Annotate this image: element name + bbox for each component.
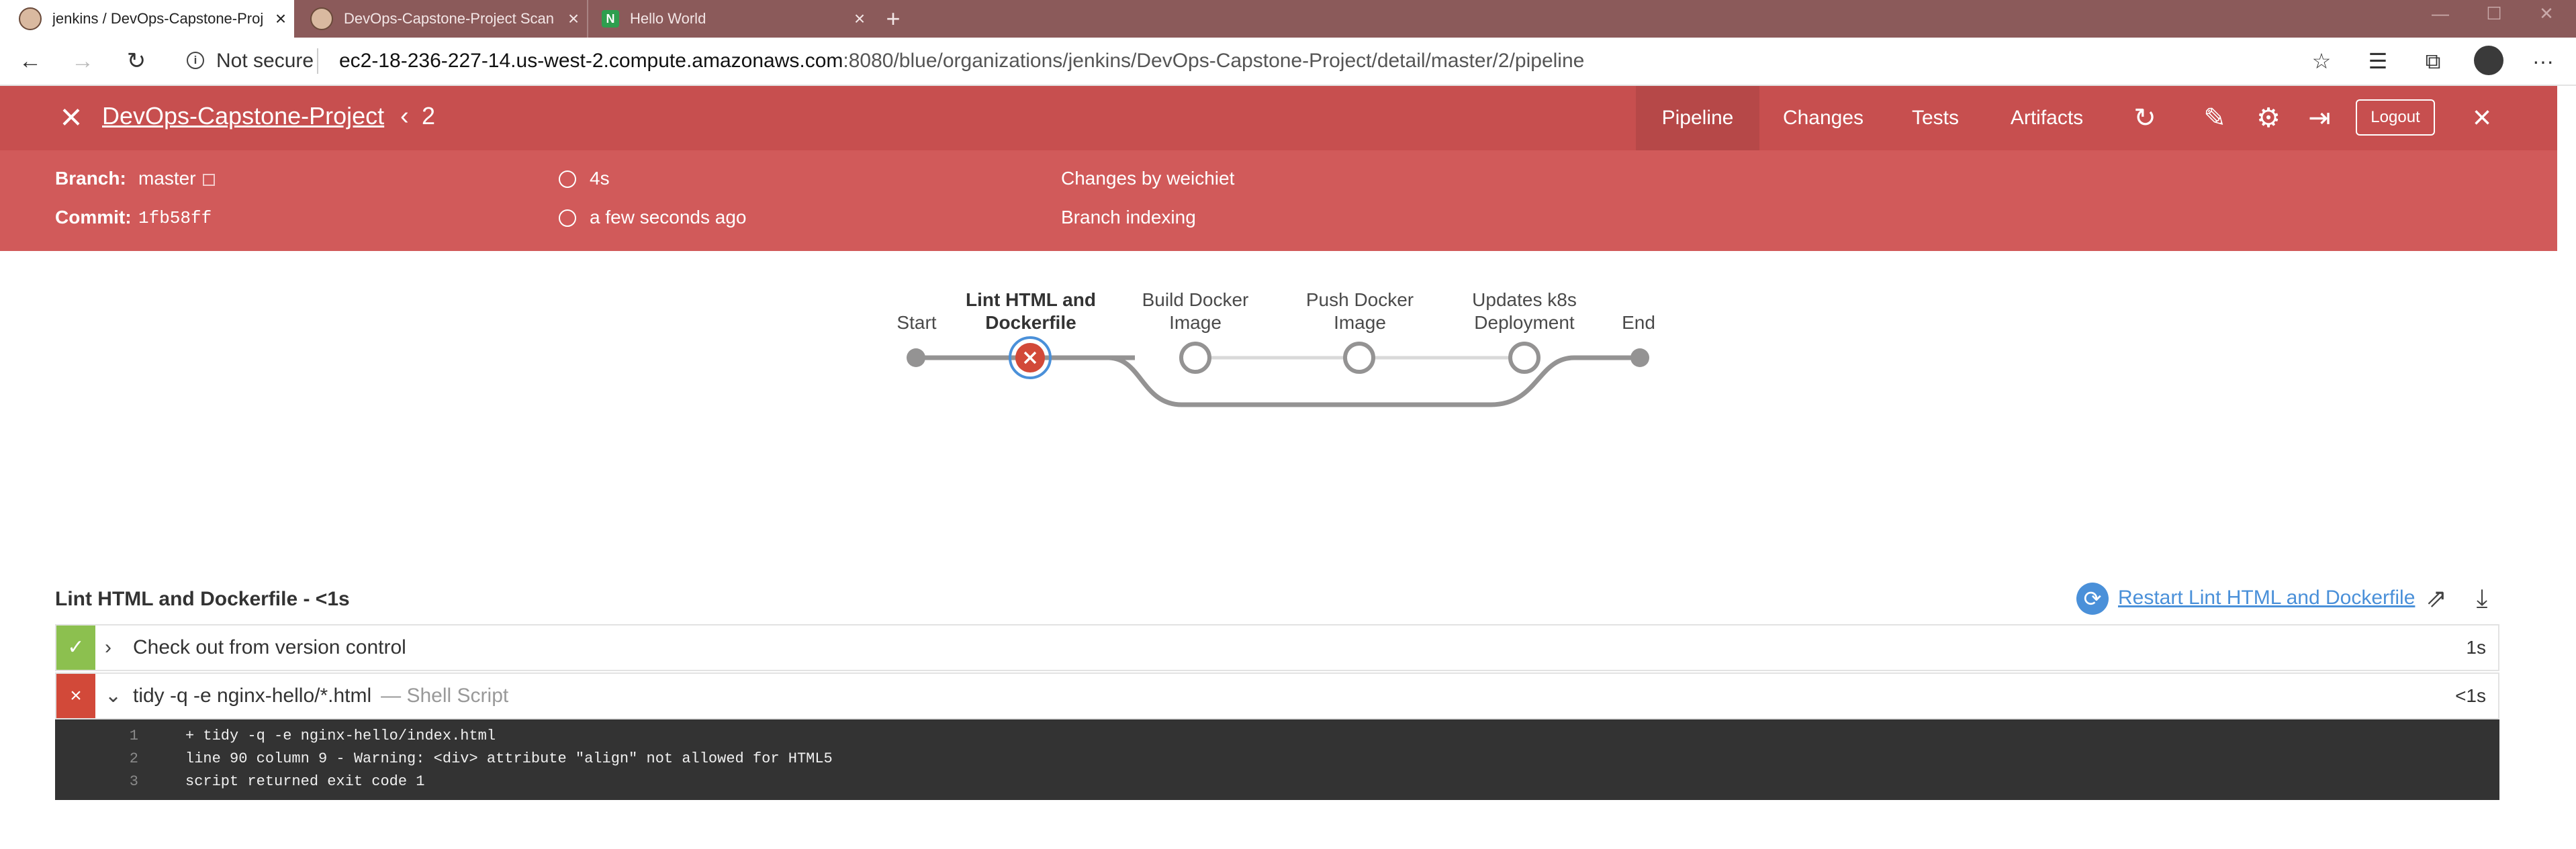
start-node [907,348,925,367]
end-node [1630,348,1649,367]
step-duration: 1s [2466,637,2486,658]
log-line: 1 + tidy -q -e nginx-hello/index.html [55,725,2499,748]
console-log: 1 + tidy -q -e nginx-hello/index.html 2 li… [55,719,2499,800]
step-text: tidy -q -e nginx-hello/*.html — Shell Scr… [133,674,508,718]
log-line-number: 1 [129,728,138,744]
log-line-text: + tidy -q -e nginx-hello/index.html [185,728,496,744]
chevron-down-icon[interactable]: ⌄ [105,674,122,718]
restart-icon[interactable]: ⟳ [2076,583,2109,615]
stage-detail-title: Lint HTML and Dockerfile - <1s [55,588,350,610]
log-line: 3 script returned exit code 1 [55,770,2499,793]
chevron-right-icon[interactable]: › [105,626,111,670]
success-check-icon: ✓ [56,626,95,670]
restart-stage-link[interactable]: Restart Lint HTML and Dockerfile [2118,587,2415,609]
failed-x-icon: × [56,674,95,718]
download-icon[interactable]: ⤓ [2466,583,2498,615]
step-name: tidy -q -e nginx-hello/*.html [133,685,372,707]
step-duration: <1s [2455,685,2486,706]
log-line-number: 2 [129,750,138,767]
step-subtext: — Shell Script [381,685,509,707]
log-line: 2 line 90 column 9 - Warning: <div> attri… [55,748,2499,770]
not-built-node[interactable] [1508,342,1540,374]
not-built-node[interactable] [1179,342,1211,374]
step-row[interactable]: × ⌄ tidy -q -e nginx-hello/*.html — Shell… [55,672,2499,719]
step-row[interactable]: ✓ › Check out from version control 1s [55,624,2499,671]
not-built-node[interactable] [1343,342,1375,374]
log-line-text: script returned exit code 1 [185,773,425,790]
step-text: Check out from version control [133,626,406,670]
step-name: Check out from version control [133,636,406,658]
open-external-icon[interactable]: ⇗ [2420,583,2452,615]
log-line-text: line 90 column 9 - Warning: <div> attrib… [185,750,833,767]
log-line-number: 3 [129,773,138,790]
